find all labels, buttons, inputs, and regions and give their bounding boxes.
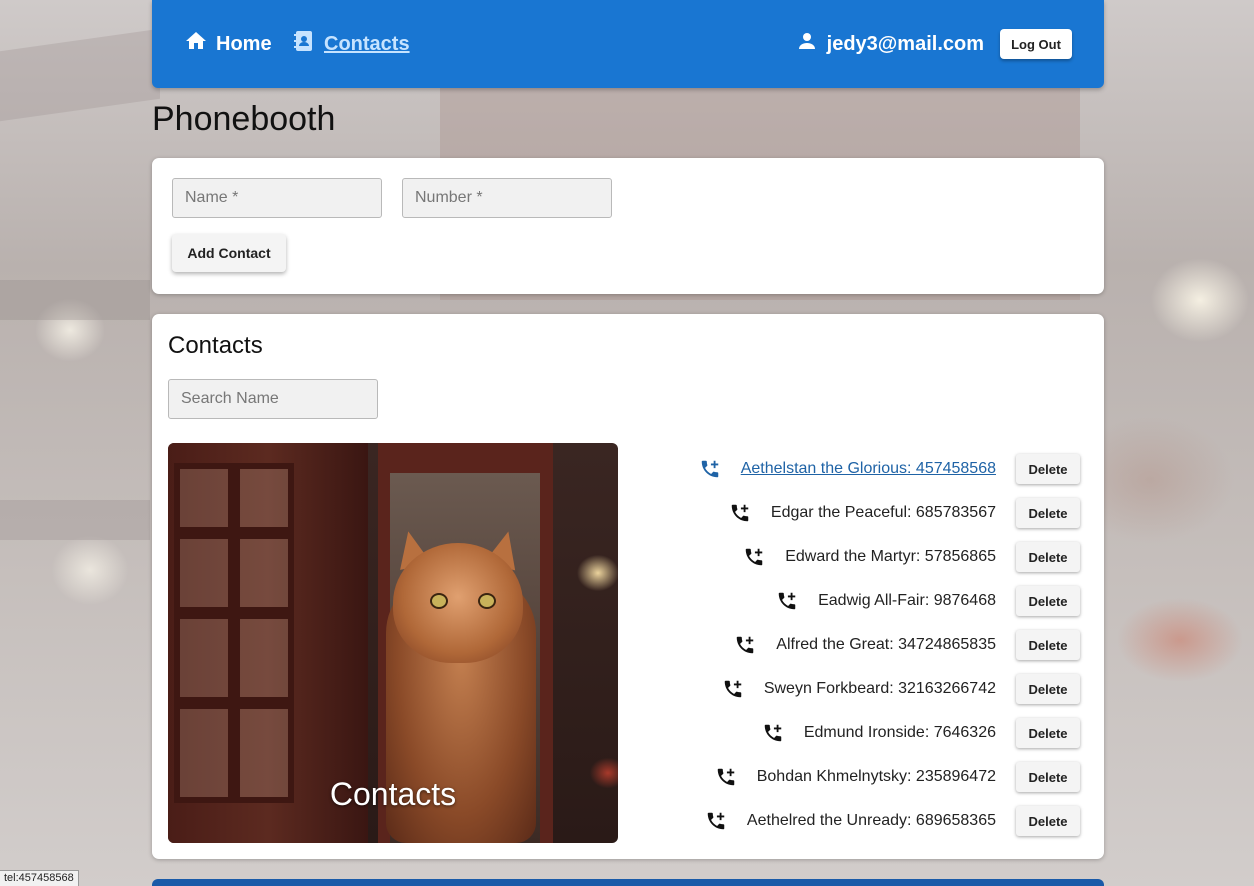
add-call-icon[interactable]	[715, 766, 737, 788]
nav-contacts-label: Contacts	[324, 32, 410, 55]
add-call-icon[interactable]	[699, 458, 721, 480]
person-icon	[795, 29, 819, 59]
home-icon	[184, 29, 208, 59]
delete-contact-button[interactable]: Delete	[1016, 806, 1080, 836]
contact-entry-link[interactable]: Edmund Ironside: 7646326	[804, 724, 996, 742]
add-call-icon[interactable]	[743, 546, 765, 568]
add-call-icon[interactable]	[722, 678, 744, 700]
contact-row: Aethelstan the Glorious: 457458568 Delete	[610, 447, 1080, 491]
number-input[interactable]	[402, 178, 612, 218]
add-call-icon[interactable]	[734, 634, 756, 656]
delete-contact-button[interactable]: Delete	[1016, 762, 1080, 792]
contact-row: Edmund Ironside: 7646326 Delete	[610, 711, 1080, 755]
add-call-icon[interactable]	[729, 502, 751, 524]
delete-contact-button[interactable]: Delete	[1016, 498, 1080, 528]
contact-row: Alfred the Great: 34724865835 Delete	[610, 623, 1080, 667]
contact-row: Eadwig All-Fair: 9876468 Delete	[610, 579, 1080, 623]
app-header: Home Contacts jedy3@mail.com Log Out	[152, 0, 1104, 88]
contact-row: Sweyn Forkbeard: 32163266742 Delete	[610, 667, 1080, 711]
contact-entry-link[interactable]: Edgar the Peaceful: 685783567	[771, 504, 996, 522]
contacts-book-icon	[292, 29, 316, 59]
delete-contact-button[interactable]: Delete	[1016, 542, 1080, 572]
nav-home-label: Home	[216, 32, 272, 55]
contact-row: Edward the Martyr: 57856865 Delete	[610, 535, 1080, 579]
add-call-icon[interactable]	[762, 722, 784, 744]
contact-entry-link[interactable]: Aethelstan the Glorious: 457458568	[741, 460, 996, 478]
user-info: jedy3@mail.com	[795, 30, 984, 58]
contact-entry-link[interactable]: Eadwig All-Fair: 9876468	[818, 592, 996, 610]
add-contact-button[interactable]: Add Contact	[172, 234, 286, 272]
status-bar-link: tel:457458568	[0, 870, 79, 886]
contact-entry-link[interactable]: Bohdan Khmelnytsky: 235896472	[757, 768, 996, 786]
contact-entry-link[interactable]: Alfred the Great: 34724865835	[776, 636, 996, 654]
contacts-panel: Contacts Contacts Aethelstan the Gloriou…	[152, 314, 1104, 859]
delete-contact-button[interactable]: Delete	[1016, 630, 1080, 660]
nav-home-link[interactable]: Home	[184, 30, 272, 58]
image-caption: Contacts	[329, 776, 457, 812]
contact-entry-link[interactable]: Edward the Martyr: 57856865	[785, 548, 996, 566]
add-call-icon[interactable]	[776, 590, 798, 612]
contacts-section-title: Contacts	[168, 332, 263, 359]
logout-button[interactable]: Log Out	[1000, 29, 1072, 59]
contact-entry-link[interactable]: Aethelred the Unready: 689658365	[747, 812, 996, 830]
nav-contacts-link[interactable]: Contacts	[292, 30, 410, 58]
contact-entry-link[interactable]: Sweyn Forkbeard: 32163266742	[764, 680, 996, 698]
footer-bar	[152, 879, 1104, 886]
name-input[interactable]	[172, 178, 382, 218]
contact-row: Aethelred the Unready: 689658365 Delete	[610, 799, 1080, 843]
add-call-icon[interactable]	[705, 810, 727, 832]
contact-list: Aethelstan the Glorious: 457458568 Delete…	[610, 447, 1080, 843]
search-name-input[interactable]	[168, 379, 378, 419]
page-title: Phonebooth	[152, 100, 336, 138]
add-contact-form: Add Contact	[152, 158, 1104, 294]
delete-contact-button[interactable]: Delete	[1016, 586, 1080, 616]
contact-row: Edgar the Peaceful: 685783567 Delete	[610, 491, 1080, 535]
delete-contact-button[interactable]: Delete	[1016, 454, 1080, 484]
delete-contact-button[interactable]: Delete	[1016, 718, 1080, 748]
contact-row: Bohdan Khmelnytsky: 235896472 Delete	[610, 755, 1080, 799]
contacts-cat-image: Contacts	[168, 443, 618, 843]
user-email: jedy3@mail.com	[826, 32, 984, 55]
delete-contact-button[interactable]: Delete	[1016, 674, 1080, 704]
